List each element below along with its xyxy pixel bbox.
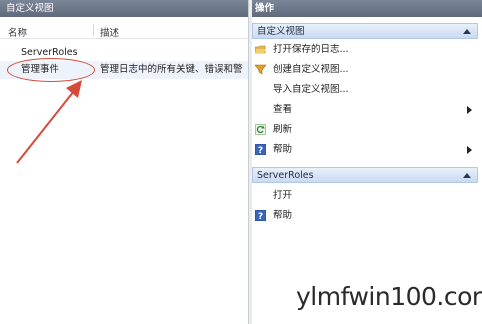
action-import-custom-view[interactable]: 导入自定义视图... — [252, 80, 478, 99]
svg-text:?: ? — [258, 146, 263, 155]
watermark: ylmfwin100.com — [296, 282, 482, 311]
collapse-icon[interactable] — [463, 173, 471, 178]
action-open-saved-log[interactable]: 打开保存的日志... — [252, 40, 478, 59]
action-label: 打开保存的日志... — [273, 44, 349, 55]
filter-icon — [255, 64, 266, 75]
action-label: 刷新 — [273, 124, 293, 135]
folder-open-icon — [255, 45, 266, 54]
svg-text:?: ? — [258, 212, 263, 221]
section-title: ServerRoles — [257, 170, 314, 181]
action-label: 查看 — [273, 104, 293, 115]
action-label: 打开 — [273, 190, 293, 201]
section-header-serverroles[interactable]: ServerRoles — [252, 167, 478, 183]
action-view[interactable]: 查看 — [252, 100, 478, 119]
action-open[interactable]: 打开 — [252, 186, 478, 205]
actions-pane: 操作 自定义视图 打开保存的日志... 创建自定义视图... 导入自定义视图..… — [252, 0, 482, 324]
action-create-custom-view[interactable]: 创建自定义视图... — [252, 60, 478, 79]
section-header-custom-views[interactable]: 自定义视图 — [252, 23, 478, 39]
submenu-arrow-icon — [467, 106, 472, 114]
action-label: 导入自定义视图... — [273, 84, 349, 95]
help-icon: ? — [255, 210, 266, 221]
action-label: 帮助 — [273, 210, 293, 221]
help-icon: ? — [255, 144, 266, 155]
annotation-arrow — [16, 80, 82, 164]
custom-views-pane: 自定义视图 名称 描述 ServerRoles 管理事件 管理日志中的所有关键、… — [0, 0, 248, 324]
action-label: 创建自定义视图... — [273, 64, 349, 75]
action-refresh[interactable]: 刷新 — [252, 120, 478, 139]
refresh-icon — [255, 124, 266, 135]
submenu-arrow-icon — [467, 146, 472, 154]
section-title: 自定义视图 — [257, 26, 305, 37]
actions-title: 操作 — [252, 0, 482, 17]
collapse-icon[interactable] — [463, 29, 471, 34]
action-help[interactable]: ? 帮助 — [252, 140, 478, 159]
action-help-serverroles[interactable]: ? 帮助 — [252, 206, 478, 225]
action-label: 帮助 — [273, 144, 293, 155]
